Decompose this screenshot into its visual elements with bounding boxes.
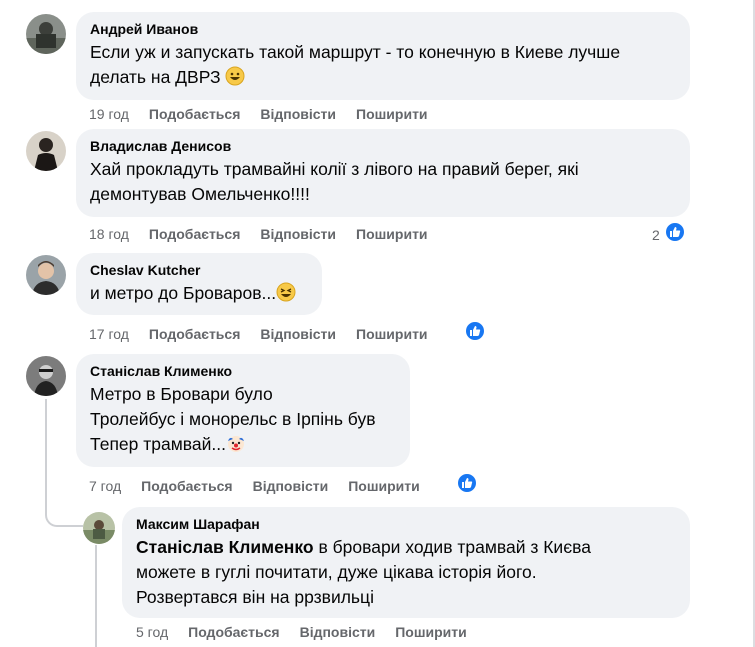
comment-time[interactable]: 19 год bbox=[89, 105, 129, 123]
comment-text: Тепер трамвай... bbox=[90, 434, 226, 454]
comment-text-line: делать на ДВРЗ bbox=[90, 65, 676, 93]
like-button[interactable]: Подобається bbox=[149, 325, 240, 343]
comment-actions: 7 год Подобається Відповісти Поширити bbox=[89, 477, 440, 495]
reaction-count[interactable]: 2 bbox=[652, 226, 660, 244]
comment-actions: 17 год Подобається Відповісти Поширити bbox=[89, 325, 448, 343]
comment-text-line: демонтував Омельченко!!!! bbox=[90, 184, 310, 204]
comment-text-line: Метро в Бровари було bbox=[90, 384, 273, 404]
like-reaction-icon[interactable] bbox=[456, 472, 478, 494]
comment-author[interactable]: Максим Шарафан bbox=[136, 515, 676, 533]
comment-time[interactable]: 17 год bbox=[89, 325, 129, 343]
comment-text-line: Тролейбус і монорельс в Ірпінь був bbox=[90, 409, 376, 429]
comment-time[interactable]: 5 год bbox=[136, 623, 168, 641]
comment-text-line: Станіслав Клименко в бровари ходив трамв… bbox=[136, 535, 676, 560]
comment-text-line: Если уж и запускать такой маршрут - то к… bbox=[90, 42, 621, 62]
grinning-face-icon bbox=[225, 66, 245, 93]
comment-text-line: Розвертався він на ррзвильці bbox=[136, 587, 374, 607]
comment-text-line: Хай прокладуть трамвайні колії з лівого … bbox=[90, 159, 579, 179]
comment-bubble: Андрей Иванов Если уж и запускать такой … bbox=[76, 12, 690, 100]
comment-actions: 5 год Подобається Відповісти Поширити bbox=[136, 623, 487, 641]
like-reaction-icon[interactable] bbox=[664, 221, 686, 243]
comment-author[interactable]: Андрей Иванов bbox=[90, 20, 676, 38]
comment-bubble: Cheslav Kutcher и метро до Броваров... bbox=[76, 253, 322, 315]
like-button[interactable]: Подобається bbox=[188, 623, 279, 641]
avatar[interactable] bbox=[26, 131, 66, 171]
avatar[interactable] bbox=[83, 512, 115, 544]
comment-text-line: можете в гуглі почитати, дуже цікава іст… bbox=[136, 562, 537, 582]
comment-actions: 18 год Подобається Відповісти Поширити bbox=[89, 225, 448, 243]
comment-author[interactable]: Владислав Денисов bbox=[90, 137, 676, 155]
reply-button[interactable]: Відповісти bbox=[260, 105, 336, 123]
comment-text: в бровари ходив трамвай з Києва bbox=[313, 537, 591, 557]
like-button[interactable]: Подобається bbox=[149, 225, 240, 243]
comment-text-line: и метро до Броваров... bbox=[90, 281, 308, 309]
reply-button[interactable]: Відповісти bbox=[300, 623, 376, 641]
comment-text-line: Тепер трамвай... bbox=[90, 432, 396, 460]
comment-author[interactable]: Станіслав Клименко bbox=[90, 362, 396, 380]
share-button[interactable]: Поширити bbox=[348, 477, 420, 495]
share-button[interactable]: Поширити bbox=[356, 325, 428, 343]
comment-actions: 19 год Подобається Відповісти Поширити bbox=[89, 105, 448, 123]
reply-button[interactable]: Відповісти bbox=[260, 225, 336, 243]
like-reaction-icon[interactable] bbox=[464, 320, 486, 342]
like-button[interactable]: Подобається bbox=[149, 105, 240, 123]
comment-author[interactable]: Cheslav Kutcher bbox=[90, 261, 308, 279]
comment-bubble: Владислав Денисов Хай прокладуть трамвай… bbox=[76, 129, 690, 217]
reply-button[interactable]: Відповісти bbox=[260, 325, 336, 343]
mention-link[interactable]: Станіслав Клименко bbox=[136, 537, 314, 557]
avatar[interactable] bbox=[26, 255, 66, 295]
share-button[interactable]: Поширити bbox=[356, 105, 428, 123]
reply-button[interactable]: Відповісти bbox=[253, 477, 329, 495]
comment-time[interactable]: 7 год bbox=[89, 477, 121, 495]
avatar[interactable] bbox=[26, 14, 66, 54]
comment-bubble: Максим Шарафан Станіслав Клименко в бров… bbox=[122, 507, 690, 618]
clown-face-icon bbox=[226, 433, 246, 460]
comment-text: и метро до Броваров... bbox=[90, 283, 277, 303]
avatar[interactable] bbox=[26, 356, 66, 396]
reply-thread-line bbox=[95, 545, 97, 647]
share-button[interactable]: Поширити bbox=[356, 225, 428, 243]
comment-bubble: Станіслав Клименко Метро в Бровари було … bbox=[76, 354, 410, 467]
like-button[interactable]: Подобається bbox=[141, 477, 232, 495]
reply-thread-line bbox=[45, 399, 83, 527]
comment-text: делать на ДВРЗ bbox=[90, 67, 221, 87]
laughing-face-icon bbox=[276, 282, 296, 309]
comment-time[interactable]: 18 год bbox=[89, 225, 129, 243]
share-button[interactable]: Поширити bbox=[395, 623, 467, 641]
